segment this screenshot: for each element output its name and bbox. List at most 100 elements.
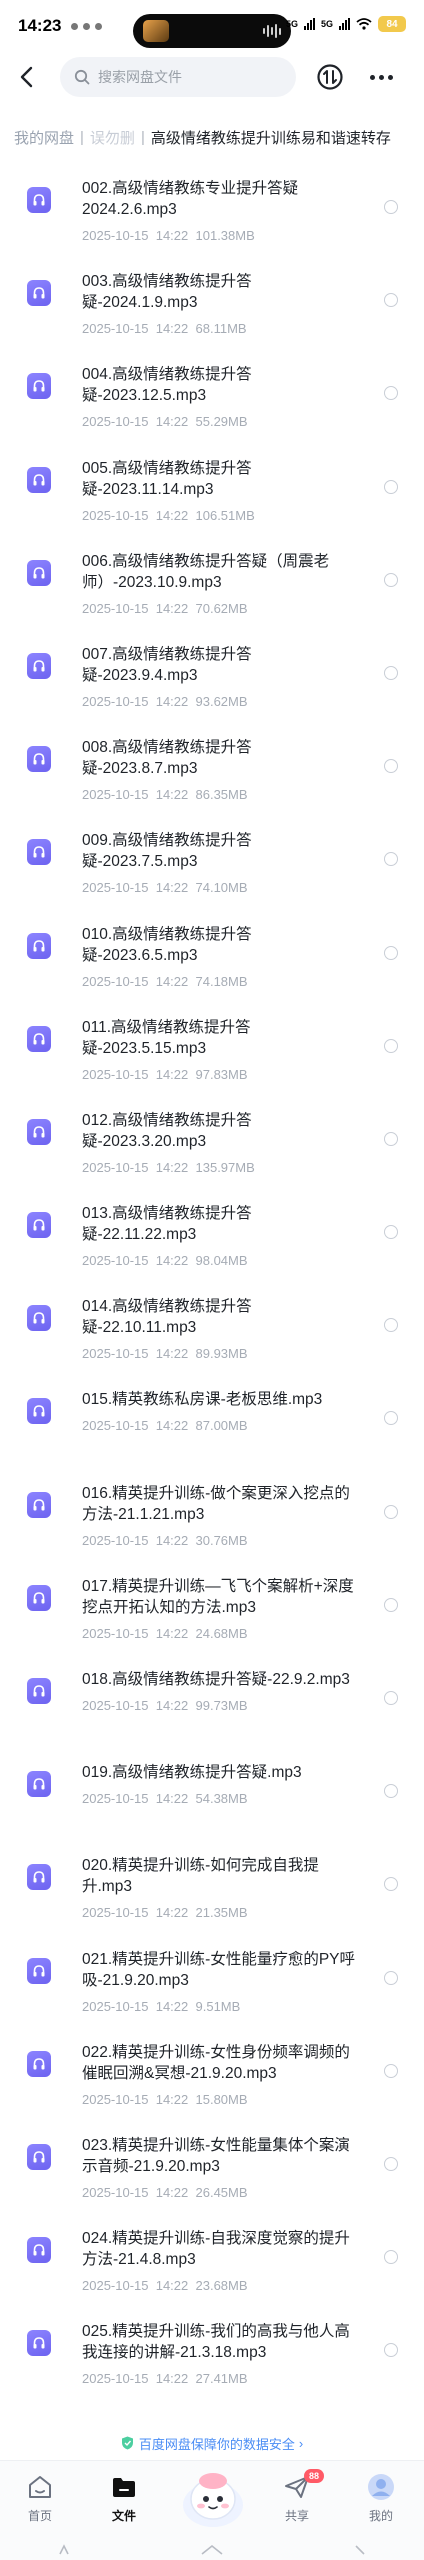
select-checkbox[interactable] — [384, 200, 398, 214]
file-meta: 2025-10-15 14:22 101.38MB — [82, 228, 255, 243]
file-size: 97.83MB — [195, 1066, 248, 1082]
file-name: 018.高级情绪教练提升答疑-22.9.2.mp3 — [82, 1671, 350, 1688]
breadcrumb-current: 高级情绪教练提升训练易和谐速转存 — [150, 129, 391, 147]
breadcrumb-root[interactable]: 我的网盘 — [14, 127, 74, 148]
file-meta: 2025-10-15 14:22 89.93MB — [82, 1346, 248, 1361]
audio-file-icon — [27, 1025, 51, 1052]
file-name: 010.高级情绪教练提升答疑-2023.6.5.mp3 — [82, 925, 252, 964]
file-row[interactable]: 022.精英提升训练-女性身份频率调频的催眠回溯&冥想-21.9.20.mp3 2… — [0, 2024, 424, 2117]
select-checkbox[interactable] — [384, 1691, 398, 1705]
file-row[interactable]: 021.精英提升训练-女性能量疗愈的PY呼吸-21.9.20.mp3 2025-1… — [0, 1931, 424, 2024]
file-row[interactable]: 016.精英提升训练-做个案更深入挖点的方法-21.1.21.mp3 2025-1… — [0, 1465, 424, 1558]
file-row[interactable]: 004.高级情绪教练提升答疑-2023.12.5.mp3 2025-10-15 1… — [0, 346, 424, 439]
select-checkbox[interactable] — [384, 1597, 398, 1612]
file-meta: 2025-10-15 14:22 68.11MB — [82, 321, 247, 336]
select-checkbox[interactable] — [384, 2156, 398, 2171]
select-checkbox[interactable] — [384, 293, 398, 308]
audio-file-icon — [27, 1118, 51, 1145]
file-row[interactable]: 008.高级情绪教练提升答疑-2023.8.7.mp3 2025-10-15 14… — [0, 719, 424, 812]
signal-icon — [303, 18, 315, 30]
file-meta: 2025-10-15 14:22 30.76MB — [82, 1533, 248, 1548]
select-checkbox[interactable] — [384, 2063, 398, 2078]
sort-icon[interactable] — [316, 63, 344, 91]
select-checkbox[interactable] — [384, 479, 398, 494]
select-checkbox[interactable] — [384, 852, 398, 867]
tab-profile[interactable]: 我的 — [346, 2473, 416, 2524]
file-row[interactable]: 020.精英提升训练-如何完成自我提升.mp3 2025-10-15 14:22 … — [0, 1837, 424, 1930]
tab-home[interactable]: 首页 — [5, 2473, 75, 2524]
file-row[interactable]: 017.精英提升训练—飞飞个案解析+深度挖点开拓认知的方法.mp3 2025-10… — [0, 1558, 424, 1651]
select-checkbox[interactable] — [384, 1877, 398, 1892]
search-input[interactable] — [98, 69, 268, 85]
file-date: 2025-10-15 14:22 — [82, 693, 189, 709]
breadcrumb-parent[interactable]: 误勿删 — [90, 127, 135, 148]
file-size: 24.68MB — [195, 1625, 248, 1641]
select-checkbox[interactable] — [384, 1318, 398, 1333]
audio-file-icon — [27, 187, 51, 213]
audio-wave-icon — [263, 24, 281, 38]
search-bar[interactable] — [60, 57, 296, 97]
file-row[interactable]: 023.精英提升训练-女性能量集体个案演示音频-21.9.20.mp3 2025-… — [0, 2117, 424, 2210]
file-row[interactable]: 006.高级情绪教练提升答疑（周震老师）-2023.10.9.mp3 2025-1… — [0, 533, 424, 626]
file-row[interactable]: 024.精英提升训练-自我深度觉察的提升方法-21.4.8.mp3 2025-10… — [0, 2210, 424, 2303]
tab-files[interactable]: 文件 — [89, 2473, 159, 2524]
file-name: 022.精英提升训练-女性身份频率调频的催眠回溯&冥想-21.9.20.mp3 — [82, 2043, 350, 2082]
signal-icon-2 — [339, 18, 350, 30]
file-row[interactable]: 019.高级情绪教练提升答疑.mp3 2025-10-15 14:22 54.38… — [0, 1744, 424, 1837]
dynamic-island[interactable] — [133, 14, 291, 48]
select-checkbox[interactable] — [384, 759, 398, 774]
select-checkbox[interactable] — [384, 945, 398, 960]
shield-icon — [121, 2436, 133, 2450]
file-date: 2025-10-15 14:22 — [82, 2184, 189, 2200]
file-meta: 2025-10-15 14:22 26.45MB — [82, 2185, 248, 2200]
file-row[interactable]: 003.高级情绪教练提升答疑-2024.1.9.mp3 2025-10-15 14… — [0, 253, 424, 346]
select-checkbox[interactable] — [384, 1970, 398, 1985]
file-meta: 2025-10-15 14:22 87.00MB — [82, 1418, 248, 1433]
file-row[interactable]: 010.高级情绪教练提升答疑-2023.6.5.mp3 2025-10-15 14… — [0, 906, 424, 999]
file-size: 74.10MB — [195, 880, 248, 896]
file-date: 2025-10-15 14:22 — [82, 1159, 189, 1175]
select-checkbox[interactable] — [384, 1225, 398, 1240]
file-date: 2025-10-15 14:22 — [82, 507, 189, 523]
file-list: 002.高级情绪教练专业提升答疑2024.2.6.mp3 2025-10-15 1… — [0, 160, 424, 2397]
select-checkbox[interactable] — [384, 2250, 398, 2265]
security-note[interactable]: 百度网盘保障你的数据安全 › — [0, 2432, 424, 2454]
select-checkbox[interactable] — [384, 1504, 398, 1519]
file-row[interactable]: 018.高级情绪教练提升答疑-22.9.2.mp3 2025-10-15 14:2… — [0, 1651, 424, 1744]
file-row[interactable]: 013.高级情绪教练提升答疑-22.11.22.mp3 2025-10-15 14… — [0, 1185, 424, 1278]
file-name: 020.精英提升训练-如何完成自我提升.mp3 — [82, 1857, 319, 1896]
file-row[interactable]: 007.高级情绪教练提升答疑-2023.9.4.mp3 2025-10-15 14… — [0, 626, 424, 719]
file-size: 27.41MB — [195, 2371, 248, 2387]
file-row[interactable]: 012.高级情绪教练提升答疑-2023.3.20.mp3 2025-10-15 1… — [0, 1092, 424, 1185]
now-playing-thumbnail — [143, 20, 169, 42]
more-icon[interactable] — [364, 63, 398, 91]
file-size: 68.11MB — [195, 321, 247, 337]
audio-file-icon — [27, 2143, 51, 2170]
select-checkbox[interactable] — [384, 1131, 398, 1146]
file-row[interactable]: 009.高级情绪教练提升答疑-2023.7.5.mp3 2025-10-15 14… — [0, 812, 424, 905]
select-checkbox[interactable] — [384, 665, 398, 680]
file-name: 025.精英提升训练-我们的高我与他人高我连接的讲解-21.3.18.mp3 — [82, 2323, 350, 2362]
file-date: 2025-10-15 14:22 — [82, 1532, 189, 1548]
select-checkbox[interactable] — [384, 386, 398, 401]
select-checkbox[interactable] — [384, 2343, 398, 2358]
file-name: 021.精英提升训练-女性能量疗愈的PY呼吸-21.9.20.mp3 — [82, 1950, 356, 1989]
select-checkbox[interactable] — [384, 1784, 398, 1799]
status-bar: 14:23 5G 5G 84 — [0, 0, 424, 52]
back-icon[interactable] — [14, 64, 40, 90]
mascot-assistant-icon[interactable] — [176, 2465, 250, 2531]
file-row[interactable]: 014.高级情绪教练提升答疑-22.10.11.mp3 2025-10-15 14… — [0, 1278, 424, 1371]
file-meta: 2025-10-15 14:22 23.68MB — [82, 2278, 248, 2293]
file-row[interactable]: 011.高级情绪教练提升答疑-2023.5.15.mp3 2025-10-15 1… — [0, 999, 424, 1092]
file-row[interactable]: 025.精英提升训练-我们的高我与他人高我连接的讲解-21.3.18.mp3 20… — [0, 2303, 424, 2396]
tab-share[interactable]: 88 共享 — [262, 2469, 332, 2524]
file-meta: 2025-10-15 14:22 99.73MB — [82, 1698, 248, 1713]
file-date: 2025-10-15 14:22 — [82, 880, 189, 896]
select-checkbox[interactable] — [384, 1038, 398, 1053]
status-indicators: 5G 5G 84 — [286, 16, 406, 32]
file-row[interactable]: 015.精英教练私房课-老板思维.mp3 2025-10-15 14:22 87.… — [0, 1371, 424, 1464]
select-checkbox[interactable] — [384, 572, 398, 587]
file-row[interactable]: 002.高级情绪教练专业提升答疑2024.2.6.mp3 2025-10-15 1… — [0, 160, 424, 253]
file-row[interactable]: 005.高级情绪教练提升答疑-2023.11.14.mp3 2025-10-15 … — [0, 440, 424, 533]
select-checkbox[interactable] — [384, 1411, 398, 1426]
